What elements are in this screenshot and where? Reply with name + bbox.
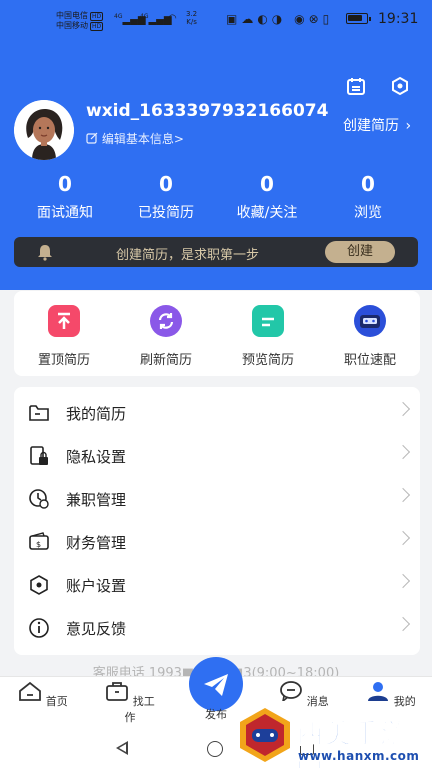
create-resume-link[interactable]: 创建简历 ›: [343, 115, 411, 135]
chevron-right-icon: [395, 487, 411, 503]
calendar-icon[interactable]: [346, 76, 366, 96]
create-resume-banner: 创建简历，是求职第一步 创建: [14, 237, 418, 267]
stat-favorites[interactable]: 0 收藏/关注: [217, 172, 317, 222]
publish-button[interactable]: [189, 657, 243, 711]
battery-icon: [346, 13, 371, 24]
stat-views[interactable]: 0 浏览: [318, 172, 418, 222]
status-bar: 中国电信 HD 中国移动 HD 4G▂▄▆ 4G▂▄▆ ◠ 3.2 K/s ▣☁◐◑…: [0, 0, 432, 40]
banner-create-button[interactable]: 创建: [325, 241, 395, 263]
privacy-lock-icon: [30, 446, 48, 465]
banner-text: 创建简历，是求职第一步: [116, 248, 260, 263]
menu-label: 财务管理: [66, 534, 127, 552]
stat-label: 已投简历: [138, 205, 194, 221]
chevron-right-icon: [395, 616, 411, 632]
chevron-right-icon: [395, 444, 411, 460]
settings-icon[interactable]: [390, 76, 410, 96]
edit-icon: [86, 132, 98, 144]
send-icon: [204, 674, 228, 696]
chevron-right-icon: [395, 573, 411, 589]
tab-mine[interactable]: 我的: [361, 681, 421, 709]
tab-messages[interactable]: 消息: [274, 681, 334, 709]
menu-label: 隐私设置: [66, 448, 127, 466]
quick-pin-resume[interactable]: 置顶简历: [24, 305, 104, 368]
svg-text:$: $: [36, 540, 41, 549]
stat-applied-resumes[interactable]: 0 已投简历: [116, 172, 216, 222]
menu-item-part-time[interactable]: 兼职管理: [14, 477, 420, 520]
info-icon: [29, 618, 49, 638]
tab-label: 消息: [306, 695, 329, 708]
menu-label: 账户设置: [66, 577, 127, 595]
wifi-icon: ◠: [168, 13, 177, 24]
quick-preview-resume[interactable]: 预览简历: [228, 305, 308, 368]
menu-item-finance[interactable]: $ 财务管理: [14, 520, 420, 563]
edit-profile-link[interactable]: 编辑基本信息>: [86, 130, 184, 147]
menu-item-privacy[interactable]: 隐私设置: [14, 434, 420, 477]
carrier-1: 中国电信: [56, 11, 88, 20]
hd-badge: HD: [90, 22, 104, 31]
home-circle-icon[interactable]: [207, 741, 223, 757]
watermark-logo: [240, 708, 290, 762]
menu-item-my-resume[interactable]: 我的简历: [14, 391, 420, 434]
quick-actions-card: 置顶简历 刷新简历 预览简历 职位速配: [14, 291, 420, 376]
clock-settings-icon: [29, 489, 49, 509]
menu-item-feedback[interactable]: 意见反馈: [14, 606, 420, 649]
quick-label: 预览简历: [241, 353, 294, 368]
quick-label: 刷新简历: [139, 353, 192, 368]
pin-top-icon: [48, 305, 80, 337]
tab-label: 首页: [45, 695, 68, 708]
folder-icon: [29, 405, 49, 421]
stat-count: 0: [260, 172, 274, 196]
carrier-2: 中国移动: [56, 21, 88, 30]
settings-menu: 我的简历 隐私设置 兼职管理 $ 财务管理 账户设置 意见反馈: [14, 387, 420, 655]
wallet-icon: $: [29, 532, 49, 550]
refresh-icon: [150, 305, 182, 337]
tab-home[interactable]: 首页: [13, 681, 73, 709]
quick-job-match[interactable]: 职位速配: [330, 305, 410, 368]
stat-interview-notice[interactable]: 0 面试通知: [15, 172, 115, 222]
briefcase-icon: [106, 682, 129, 701]
tab-label: 发布: [205, 708, 227, 721]
signal-icon: 4G▂▄▆: [140, 13, 172, 26]
quick-label: 职位速配: [343, 353, 396, 368]
clock: 19:31: [378, 11, 419, 27]
menu-label: 意见反馈: [66, 620, 127, 638]
menu-label: 兼职管理: [66, 491, 127, 509]
create-resume-label: 创建简历: [343, 118, 399, 134]
chevron-right-icon: [395, 530, 411, 546]
stat-label: 浏览: [354, 205, 382, 221]
stat-count: 0: [159, 172, 173, 196]
menu-label: 我的简历: [66, 405, 127, 423]
message-icon: [280, 681, 303, 703]
edit-profile-label: 编辑基本信息>: [101, 132, 184, 146]
tab-find-job[interactable]: 找工作: [100, 681, 160, 725]
stat-label: 面试通知: [37, 205, 93, 221]
username: wxid_1633397932166074: [86, 101, 329, 121]
back-icon[interactable]: [116, 741, 128, 755]
quick-label: 置顶简历: [37, 353, 90, 368]
quick-refresh-resume[interactable]: 刷新简历: [126, 305, 206, 368]
hd-badge: HD: [90, 12, 104, 21]
notification-icons: ▣☁◐◑ ◉⊗▯: [226, 12, 334, 26]
home-icon: [19, 681, 42, 701]
document-preview-icon: [252, 305, 284, 337]
tab-label: 我的: [393, 695, 416, 708]
menu-item-account-settings[interactable]: 账户设置: [14, 563, 420, 606]
watermark-url: www.hanxm.com: [298, 749, 420, 763]
stat-count: 0: [361, 172, 375, 196]
bell-icon: [38, 245, 52, 261]
chevron-right-icon: [395, 401, 411, 417]
carrier-info: 中国电信 HD 中国移动 HD: [56, 11, 104, 31]
stat-count: 0: [58, 172, 72, 196]
hexagon-settings-icon: [30, 575, 48, 595]
avatar[interactable]: [14, 100, 74, 160]
user-icon: [368, 682, 389, 701]
job-match-icon: [354, 305, 386, 337]
network-speed: 3.2 K/s: [186, 10, 198, 26]
stat-label: 收藏/关注: [236, 205, 298, 221]
chevron-right-icon: ›: [405, 118, 412, 134]
